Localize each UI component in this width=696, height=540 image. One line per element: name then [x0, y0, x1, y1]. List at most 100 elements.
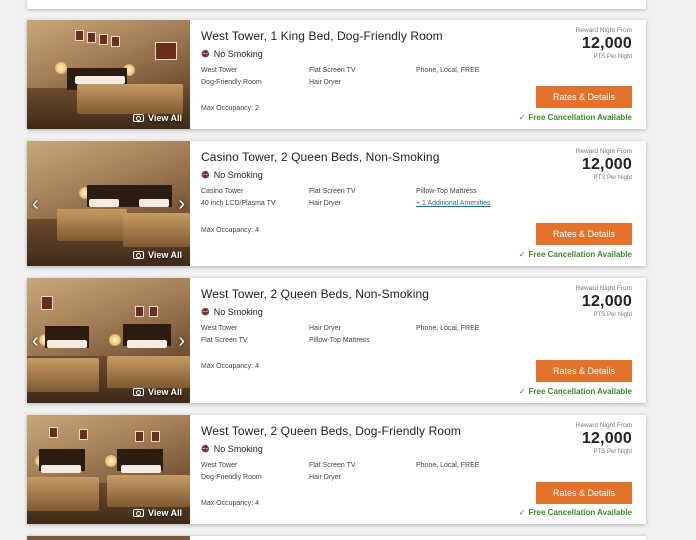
amenity: 40 inch LCD/Plasma TV: [201, 200, 276, 207]
view-all-photos-button[interactable]: View All: [132, 508, 182, 518]
amenity: Phone, Local, FREE: [416, 462, 480, 469]
room-card: ‹ › View All West Tower, 2 Queen Beds, N…: [27, 278, 646, 403]
amenity: Pillow-Top Mattress: [416, 188, 477, 195]
price-box: Reward Night From 12,000 PTS Per Night: [576, 285, 632, 318]
max-occupancy: Max Occupancy: 2: [201, 105, 259, 112]
camera-icon: [132, 114, 144, 122]
room-card: View All West Tower, 2 Queen Beds, Dog-F…: [27, 415, 646, 524]
view-all-label: View All: [147, 387, 182, 397]
amenity: Hair Dryer: [309, 200, 341, 207]
amenity: Dog-Friendly Room: [201, 474, 262, 481]
smoking-policy: No Smoking: [213, 49, 263, 59]
view-all-label: View All: [147, 508, 182, 518]
room-card: View All West Tower, 1 King Bed, Dog-Fri…: [27, 20, 646, 129]
free-cancel-label: Free Cancellation Available: [528, 508, 632, 517]
check-icon: ✓: [518, 250, 526, 259]
view-all-photos-button[interactable]: View All: [132, 113, 182, 123]
next-room-card-partial: [27, 536, 646, 540]
camera-icon: [132, 388, 144, 396]
next-photo-icon[interactable]: ›: [178, 194, 185, 214]
additional-amenities-link[interactable]: + 1 Additional Amenities: [416, 200, 531, 207]
price-box: Reward Night From 12,000 PTS Per Night: [576, 148, 632, 181]
view-all-photos-button[interactable]: View All: [132, 387, 182, 397]
price-box: Reward Night From 12,000 PTS Per Night: [576, 27, 632, 60]
room-info: West Tower, 2 Queen Beds, Non-Smoking 🚭 …: [190, 278, 646, 403]
room-title: West Tower, 1 King Bed, Dog-Friendly Roo…: [201, 29, 443, 43]
amenity: Flat Screen TV: [309, 462, 356, 469]
previous-photo-icon[interactable]: ‹: [32, 194, 39, 214]
points-price: 12,000: [581, 430, 632, 447]
points-price: 12,000: [581, 156, 632, 173]
previous-photo-icon[interactable]: ‹: [32, 331, 39, 351]
amenity: Casino Tower: [201, 188, 244, 195]
amenity: West Tower: [201, 325, 238, 332]
reward-label: Reward Night From: [575, 422, 632, 429]
room-results-page: View All West Tower, 1 King Bed, Dog-Fri…: [0, 0, 696, 540]
amenities-list: Casino Tower Flat Screen TV Pillow-Top M…: [201, 188, 531, 207]
view-all-label: View All: [147, 113, 182, 123]
points-unit: PTS Per Night: [593, 54, 632, 60]
free-cancellation-note: ✓ Free Cancellation Available: [519, 508, 632, 517]
room-photo[interactable]: View All: [27, 415, 190, 524]
amenities-list: West Tower Flat Screen TV Phone, Local, …: [201, 462, 531, 481]
free-cancellation-note: ✓ Free Cancellation Available: [519, 250, 632, 259]
price-box: Reward Night From 12,000 PTS Per Night: [576, 422, 632, 455]
no-smoking-icon: 🚭: [201, 172, 210, 179]
view-all-photos-button[interactable]: View All: [132, 250, 182, 260]
reward-label: Reward Night From: [575, 148, 632, 155]
free-cancel-label: Free Cancellation Available: [528, 387, 632, 396]
smoking-policy: No Smoking: [213, 170, 263, 180]
free-cancellation-note: ✓ Free Cancellation Available: [519, 387, 632, 396]
points-unit: PTS Per Night: [593, 312, 632, 318]
room-info: West Tower, 2 Queen Beds, Dog-Friendly R…: [190, 415, 646, 524]
free-cancel-label: Free Cancellation Available: [528, 250, 632, 259]
reward-label: Reward Night From: [575, 285, 632, 292]
amenity: Flat Screen TV: [309, 188, 356, 195]
smoking-policy: No Smoking: [213, 307, 263, 317]
points-price: 12,000: [581, 293, 632, 310]
room-title: West Tower, 2 Queen Beds, Non-Smoking: [201, 287, 430, 301]
amenities-list: West Tower Flat Screen TV Phone, Local, …: [201, 67, 531, 86]
no-smoking-icon: 🚭: [201, 446, 210, 453]
rates-details-button[interactable]: Rates & Details: [536, 360, 632, 382]
room-photo[interactable]: View All: [27, 20, 190, 129]
max-occupancy: Max Occupancy: 4: [201, 227, 259, 234]
max-occupancy: Max Occupancy: 4: [201, 500, 259, 507]
amenity: West Tower: [201, 67, 238, 74]
camera-icon: [132, 509, 144, 517]
room-photo[interactable]: ‹ › View All: [27, 278, 190, 403]
no-smoking-icon: 🚭: [201, 309, 210, 316]
amenity: Hair Dryer: [309, 474, 341, 481]
points-unit: PTS Per Night: [593, 449, 632, 455]
room-info: West Tower, 1 King Bed, Dog-Friendly Roo…: [190, 20, 646, 129]
no-smoking-icon: 🚭: [201, 51, 210, 58]
previous-room-card-partial: [27, 0, 646, 9]
check-icon: ✓: [518, 508, 526, 517]
check-icon: ✓: [518, 387, 526, 396]
amenity: Hair Dryer: [309, 325, 341, 332]
points-price: 12,000: [581, 35, 632, 52]
view-all-label: View All: [147, 250, 182, 260]
amenities-list: West Tower Hair Dryer Phone, Local, FREE…: [201, 325, 531, 344]
free-cancel-label: Free Cancellation Available: [528, 113, 632, 122]
reward-label: Reward Night From: [575, 27, 632, 34]
next-photo-icon[interactable]: ›: [178, 331, 185, 351]
smoking-policy: No Smoking: [213, 444, 263, 454]
amenity: Phone, Local, FREE: [416, 325, 480, 332]
room-info: Casino Tower, 2 Queen Beds, Non-Smoking …: [190, 141, 646, 266]
room-title: Casino Tower, 2 Queen Beds, Non-Smoking: [201, 150, 440, 164]
check-icon: ✓: [518, 113, 526, 122]
amenity: West Tower: [201, 462, 238, 469]
amenity: Pillow-Top Mattress: [309, 337, 370, 344]
amenity: Flat Screen TV: [309, 67, 356, 74]
amenity: Phone, Local, FREE: [416, 67, 480, 74]
amenity: Flat Screen TV: [201, 337, 248, 344]
room-photo[interactable]: ‹ › View All: [27, 141, 190, 266]
room-card: ‹ › View All Casino Tower, 2 Queen Beds,…: [27, 141, 646, 266]
camera-icon: [132, 251, 144, 259]
rates-details-button[interactable]: Rates & Details: [536, 86, 632, 108]
rates-details-button[interactable]: Rates & Details: [536, 223, 632, 245]
rates-details-button[interactable]: Rates & Details: [536, 482, 632, 504]
max-occupancy: Max Occupancy: 4: [201, 363, 259, 370]
amenity: Dog-Friendly Room: [201, 79, 262, 86]
